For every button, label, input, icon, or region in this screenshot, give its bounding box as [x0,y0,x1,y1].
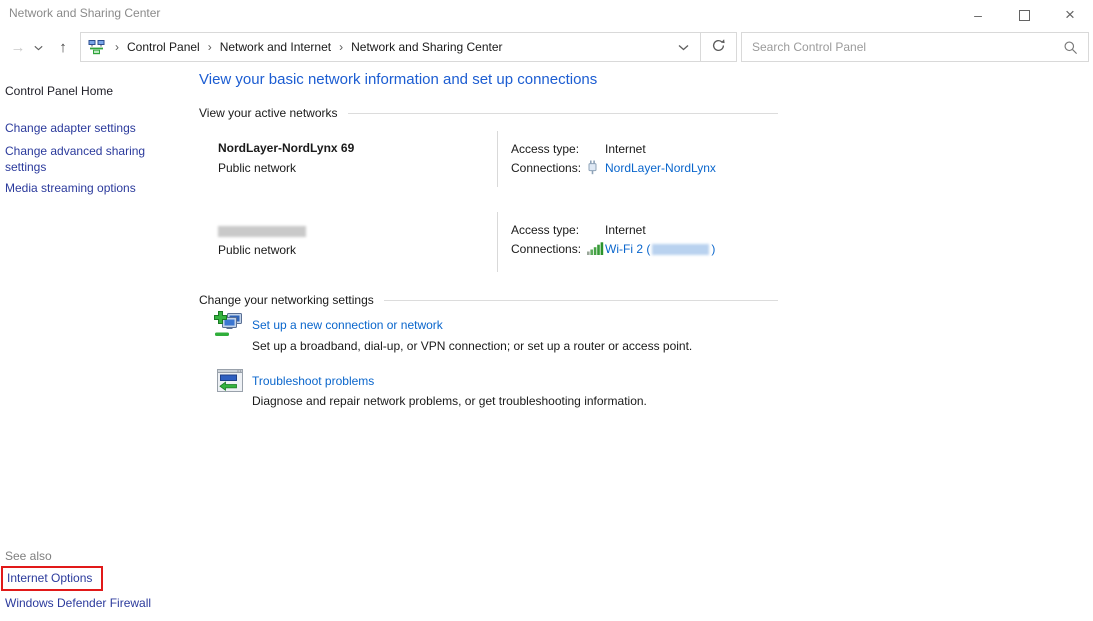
page-title: View your basic network information and … [199,71,597,88]
connections-label: Connections: [511,161,587,175]
access-type-label: Access type: [511,223,605,237]
new-connection-icon [214,311,244,341]
section-divider [384,300,778,301]
chevron-down-icon [678,40,689,54]
see-also-label: See also [5,549,52,563]
connections-label: Connections: [511,242,587,256]
sidebar-item-change-advanced-sharing-settings[interactable]: Change advanced sharing settings [5,143,155,175]
up-button[interactable]: ↑ [50,32,76,62]
window-title: Network and Sharing Center [9,6,160,20]
connection-link-nordlayer[interactable]: NordLayer-NordLynx [605,161,716,175]
active-networks-section-header: View your active networks [199,106,778,120]
breadcrumb-separator-icon[interactable]: › [107,40,127,54]
address-bar[interactable]: › Control Panel › Network and Internet ›… [80,32,701,62]
breadcrumb-separator-icon[interactable]: › [331,40,351,54]
sidebar-item-change-adapter-settings[interactable]: Change adapter settings [5,121,136,135]
sidebar-item-internet-options[interactable]: Internet Options [1,566,103,591]
troubleshoot-problems-description: Diagnose and repair network problems, or… [252,394,647,408]
network-row-nordlayer: NordLayer-NordLynx 69 Public network Acc… [199,131,778,187]
network-sharing-center-window: Network and Sharing Center – × → ↑ › Con… [0,0,1093,621]
sidebar-item-windows-defender-firewall[interactable]: Windows Defender Firewall [5,596,151,610]
access-type-label: Access type: [511,142,605,156]
redacted-network-name [218,226,306,237]
network-icon[interactable] [88,39,105,55]
networking-settings-label: Change your networking settings [199,293,374,307]
network-row-wifi: Public network Access type: Internet Con… [199,212,778,272]
connection-link-wifi[interactable]: Wi-Fi 2 () [605,242,715,256]
troubleshoot-problems-link[interactable]: Troubleshoot problems [252,374,374,388]
network-profile: Public network [218,243,497,257]
networking-settings-section-header: Change your networking settings [199,293,778,307]
forward-arrow-icon: → [11,39,26,56]
wifi-link-prefix: Wi-Fi 2 ( [605,242,650,256]
breadcrumb-control-panel[interactable]: Control Panel [127,40,200,54]
refresh-button[interactable] [700,32,737,62]
maximize-button[interactable] [1001,0,1047,30]
wifi-signal-icon [587,242,605,255]
sidebar-item-control-panel-home[interactable]: Control Panel Home [5,84,113,98]
wifi-link-suffix: ) [711,242,715,256]
network-name: NordLayer-NordLynx 69 [218,141,497,155]
access-type-value: Internet [605,142,646,156]
setup-new-connection-link[interactable]: Set up a new connection or network [252,318,443,332]
network-identity: Public network [199,212,497,272]
close-icon: × [1065,5,1075,25]
internet-options-label: Internet Options [7,571,92,585]
address-dropdown-button[interactable] [678,40,689,54]
window-controls: – × [955,0,1093,30]
maximize-icon [1019,10,1030,21]
network-details: Access type: Internet Connections: NordL… [497,131,778,187]
close-button[interactable]: × [1047,0,1093,30]
active-networks-label: View your active networks [199,106,338,120]
breadcrumb-separator-icon[interactable]: › [200,40,220,54]
breadcrumb-network-sharing-center[interactable]: Network and Sharing Center [351,40,502,54]
section-divider [348,113,778,114]
sidebar-item-media-streaming-options[interactable]: Media streaming options [5,181,136,195]
breadcrumb-network-and-internet[interactable]: Network and Internet [220,40,331,54]
forward-button[interactable]: → [6,32,30,62]
refresh-icon [711,38,726,56]
redacted-ssid [652,244,709,255]
up-arrow-icon: ↑ [59,39,67,56]
access-type-value: Internet [605,223,646,237]
vpn-plug-icon [587,160,605,175]
search-icon [1063,40,1078,55]
search-bar [741,32,1089,62]
minimize-button[interactable]: – [955,0,1001,30]
network-profile: Public network [218,161,497,175]
network-details: Access type: Internet Connections: Wi-Fi… [497,212,778,272]
troubleshoot-icon [217,369,243,395]
chevron-down-icon [34,40,43,54]
setup-new-connection-description: Set up a broadband, dial-up, or VPN conn… [252,339,692,353]
network-identity: NordLayer-NordLynx 69 Public network [199,131,497,187]
minimize-icon: – [974,7,982,23]
recent-locations-button[interactable] [31,32,46,62]
search-input[interactable] [742,40,1063,54]
